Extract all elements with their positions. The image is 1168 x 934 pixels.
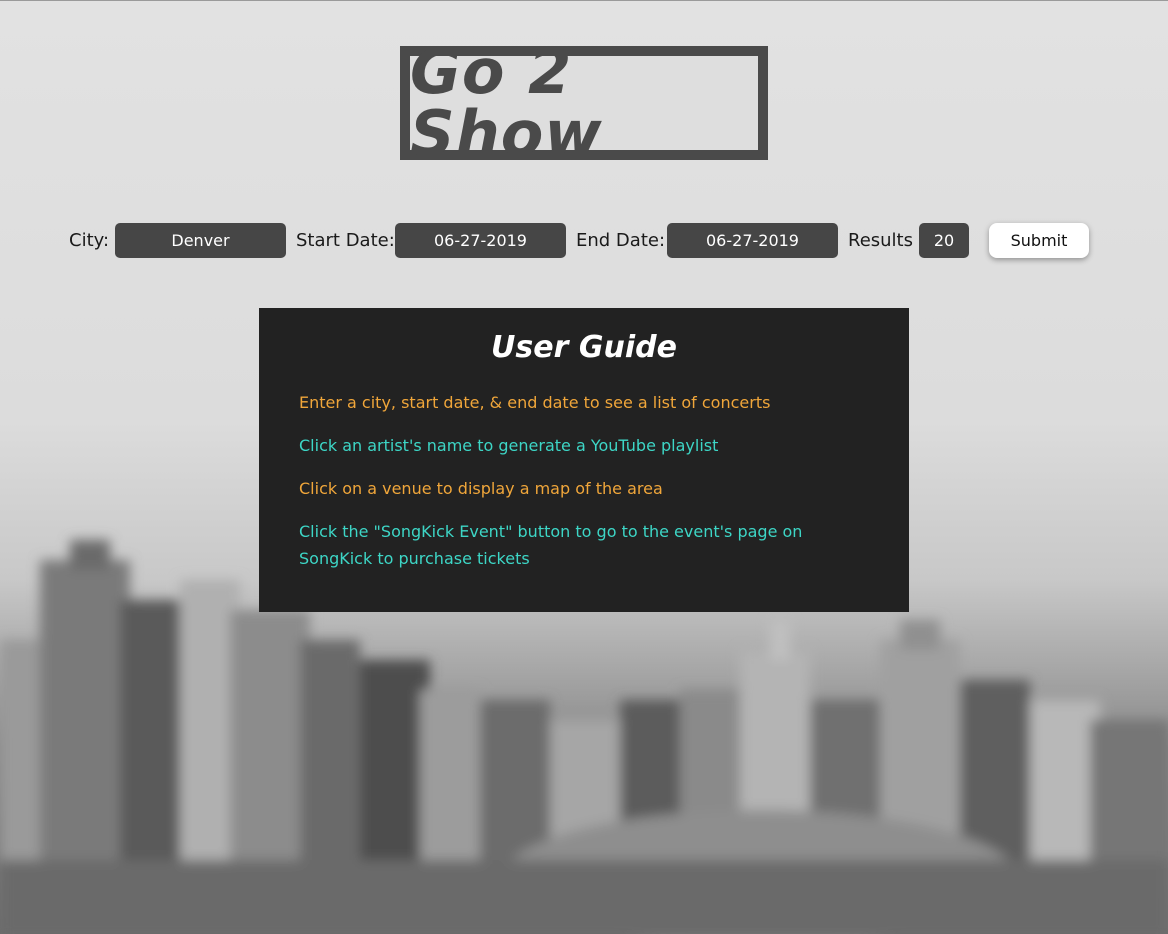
guide-item-enter-city: Enter a city, start date, & end date to …	[299, 393, 771, 412]
end-date-label: End Date:	[576, 230, 666, 251]
end-date-input[interactable]: 06-27-2019	[667, 223, 838, 258]
start-date-label: Start Date:	[296, 230, 395, 251]
guide-item-songkick: Click the "SongKick Event" button to go …	[299, 522, 803, 568]
start-date-input[interactable]: 06-27-2019	[395, 223, 566, 258]
results-label: Results	[848, 230, 913, 251]
user-guide-panel: User Guide Enter a city, start date, & e…	[259, 308, 909, 612]
submit-button[interactable]: Submit	[989, 223, 1089, 258]
guide-item-artist-playlist: Click an artist's name to generate a You…	[299, 436, 719, 455]
search-form: City: Denver Start Date: 06-27-2019 End …	[0, 223, 1168, 259]
app-logo: Go 2 Show	[400, 41, 768, 165]
guide-item-venue-map: Click on a venue to display a map of the…	[299, 479, 663, 498]
city-input[interactable]: Denver	[115, 223, 286, 258]
user-guide-title: User Guide	[491, 330, 677, 365]
logo-frame: Go 2 Show	[410, 41, 758, 165]
city-label: City:	[69, 230, 110, 251]
logo-text: Go 2 Show	[410, 35, 603, 170]
results-input[interactable]: 20	[919, 223, 969, 258]
